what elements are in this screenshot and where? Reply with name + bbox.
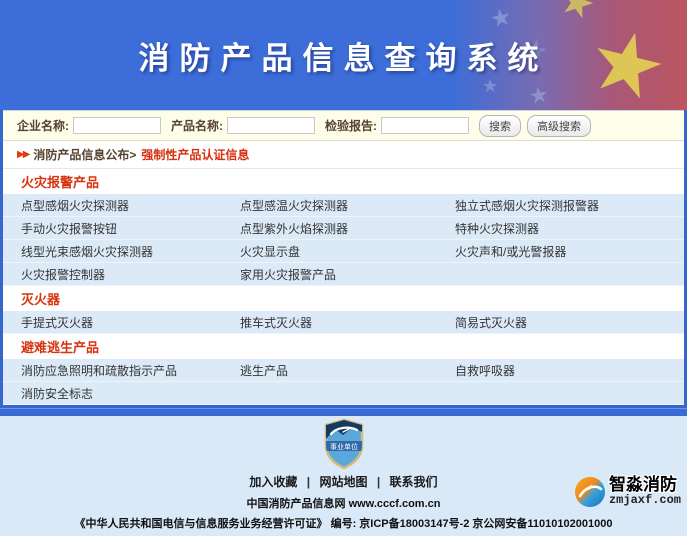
product-link[interactable]: 点型感烟火灾探测器 xyxy=(21,197,240,214)
sitemap-link[interactable]: 网站地图 xyxy=(319,475,367,489)
product-link[interactable]: 家用火灾报警产品 xyxy=(240,266,455,283)
company-name-label: 企业名称: xyxy=(17,117,69,134)
badge-label: 事业单位 xyxy=(330,442,358,451)
product-link[interactable]: 特种火灾探测器 xyxy=(455,220,684,237)
product-link[interactable]: 简易式灭火器 xyxy=(455,314,684,331)
logo-domain: zmjaxf.com xyxy=(609,493,681,507)
svg-text:★: ★ xyxy=(527,81,550,109)
product-link[interactable]: 消防安全标志 xyxy=(21,385,240,402)
product-link[interactable]: 推车式灭火器 xyxy=(240,314,455,331)
product-row: 火灾报警控制器 家用火灾报警产品 xyxy=(3,263,684,286)
footer: 事业单位 加入收藏 | 网站地图 | 联系我们 中国消防产品信息网 www.cc… xyxy=(0,416,687,536)
contact-us-link[interactable]: 联系我们 xyxy=(390,475,438,489)
page-title: 消防产品信息查询系统 xyxy=(0,33,687,78)
add-favorite-link[interactable]: 加入收藏 xyxy=(249,475,297,489)
product-link[interactable]: 消防应急照明和疏散指示产品 xyxy=(21,362,240,379)
section-title-extinguisher: 灭火器 xyxy=(3,286,684,311)
product-link[interactable]: 线型光束感烟火灾探测器 xyxy=(21,243,240,260)
svg-text:★: ★ xyxy=(482,76,498,96)
license-line: 《中华人民共和国电信与信息服务业务经营许可证》 编号: 京ICP备1800314… xyxy=(0,515,687,531)
logo-name: 智淼消防 xyxy=(609,476,681,493)
breadcrumb-current: 强制性产品认证信息 xyxy=(141,146,249,163)
report-number-label: 检验报告: xyxy=(325,117,377,134)
product-link[interactable]: 手动火灾报警按钮 xyxy=(21,220,240,237)
product-link[interactable]: 点型紫外火焰探测器 xyxy=(240,220,455,237)
product-link[interactable]: 火灾显示盘 xyxy=(240,243,455,260)
product-link[interactable]: 独立式感烟火灾探测报警器 xyxy=(455,197,684,214)
banner: ★ ★ ★ ★ ★ ★ 消防产品信息查询系统 xyxy=(0,0,687,110)
company-name-input[interactable] xyxy=(73,117,161,134)
product-link[interactable]: 点型感温火灾探测器 xyxy=(240,197,455,214)
link-separator: | xyxy=(377,475,380,489)
breadcrumb: ▶▶ 消防产品信息公布> 强制性产品认证信息 xyxy=(3,141,684,169)
main-content: 企业名称: 产品名称: 检验报告: 搜索 高级搜索 ▶▶ 消防产品信息公布> 强… xyxy=(0,110,687,408)
zmjaxf-logo-icon xyxy=(574,476,606,508)
product-name-input[interactable] xyxy=(227,117,315,134)
product-row: 线型光束感烟火灾探测器 火灾显示盘 火灾声和/或光警报器 xyxy=(3,240,684,263)
section-title-fire-alarm: 火灾报警产品 xyxy=(3,169,684,194)
product-link[interactable]: 逃生产品 xyxy=(240,362,455,379)
product-row: 点型感烟火灾探测器 点型感温火灾探测器 独立式感烟火灾探测报警器 xyxy=(3,194,684,217)
institution-badge-icon[interactable]: 事业单位 xyxy=(0,418,687,471)
search-bar: 企业名称: 产品名称: 检验报告: 搜索 高级搜索 xyxy=(3,110,684,141)
report-number-input[interactable] xyxy=(381,117,469,134)
product-row: 消防应急照明和疏散指示产品 逃生产品 自救呼吸器 xyxy=(3,359,684,382)
search-button[interactable]: 搜索 xyxy=(479,115,521,137)
product-link[interactable]: 手提式灭火器 xyxy=(21,314,240,331)
zmjaxf-logo[interactable]: 智淼消防 zmjaxf.com xyxy=(574,476,681,508)
link-separator: | xyxy=(307,475,310,489)
product-name-label: 产品名称: xyxy=(171,117,223,134)
section-title-escape: 避难逃生产品 xyxy=(3,334,684,359)
product-row: 手提式灭火器 推车式灭火器 简易式灭火器 xyxy=(3,311,684,334)
page: ★ ★ ★ ★ ★ ★ 消防产品信息查询系统 企业名称: 产品名称: 检验报告:… xyxy=(0,0,687,536)
advanced-search-button[interactable]: 高级搜索 xyxy=(527,115,591,137)
zmjaxf-logo-text: 智淼消防 zmjaxf.com xyxy=(609,476,681,507)
product-link[interactable]: 自救呼吸器 xyxy=(455,362,684,379)
product-row: 手动火灾报警按钮 点型紫外火焰探测器 特种火灾探测器 xyxy=(3,217,684,240)
product-link[interactable]: 火灾报警控制器 xyxy=(21,266,240,283)
product-row: 消防安全标志 xyxy=(3,382,684,405)
product-link[interactable]: 火灾声和/或光警报器 xyxy=(455,243,684,260)
breadcrumb-root[interactable]: 消防产品信息公布> xyxy=(33,146,136,163)
breadcrumb-arrows-icon: ▶▶ xyxy=(17,149,28,160)
separator-band xyxy=(0,408,687,416)
